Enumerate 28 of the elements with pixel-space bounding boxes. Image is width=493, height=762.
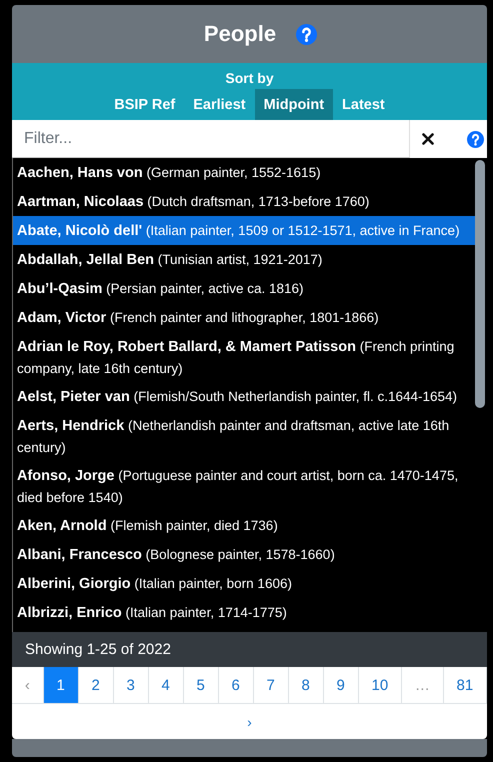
person-item[interactable]: Aelst, Pieter van (Flemish/South Netherlandish painter, fl. c.1644-1654) <box>13 382 475 411</box>
person-item[interactable]: Aachen, Hans von (German painter, 1552-1615) <box>13 158 475 187</box>
person-item[interactable]: Aartman, Nicolaas (Dutch draftsman, 1713-before 1760) <box>13 187 475 216</box>
help-icon[interactable] <box>467 130 484 148</box>
person-item[interactable]: Aerts, Hendrick (Netherlandish painter and draftsman, active late 16th century) <box>13 411 475 461</box>
next-page-button[interactable]: › <box>12 703 487 739</box>
person-item[interactable]: Adam, Victor (French painter and lithographer, 1801-1866) <box>13 303 475 332</box>
clear-icon[interactable] <box>422 133 434 145</box>
sort-option[interactable]: BSIP Ref <box>105 89 184 120</box>
scrollbar-thumb[interactable] <box>475 160 485 408</box>
person-item[interactable]: Aken, Arnold (Flemish painter, died 1736) <box>13 511 475 540</box>
person-item[interactable]: Afonso, Jorge (Portuguese painter and court artist, born ca. 1470-1475, died before 1540) <box>13 461 475 511</box>
person-item[interactable]: Alberini, Giorgio (Italian painter, born 1606) <box>13 569 475 598</box>
person-item[interactable]: Albrizzi, Enrico (Italian painter, 1714-1775) <box>13 598 475 627</box>
person-item[interactable]: Albani, Francesco (Bolognese painter, 1578-1660) <box>13 540 475 569</box>
panel-title: People <box>204 21 276 47</box>
person-item[interactable]: Abu’l-Qasim (Persian painter, active ca. 1816) <box>13 274 475 303</box>
sort-option[interactable]: Midpoint <box>254 89 334 120</box>
sort-option[interactable]: Latest <box>333 89 394 120</box>
filter-field[interactable]: Filter... <box>12 120 410 158</box>
help-icon[interactable] <box>296 24 318 44</box>
sort-option[interactable]: Earliest <box>184 89 255 120</box>
person-item[interactable]: Abate, Nicolò dell' (Italian painter, 1509 or 1512-1571, active in France) <box>13 216 475 245</box>
person-item[interactable]: Adrian le Roy, Robert Ballard, & Mamert Patisson (French printing company, late 16th century) <box>13 332 475 382</box>
person-item[interactable]: Abdallah, Jellal Ben (Tunisian artist, 1921-2017) <box>13 245 475 274</box>
result-count: Showing 1-25 of 2022 <box>12 632 487 667</box>
sort-label: Sort by <box>225 70 274 86</box>
page-link[interactable]: 1 <box>44 667 79 703</box>
